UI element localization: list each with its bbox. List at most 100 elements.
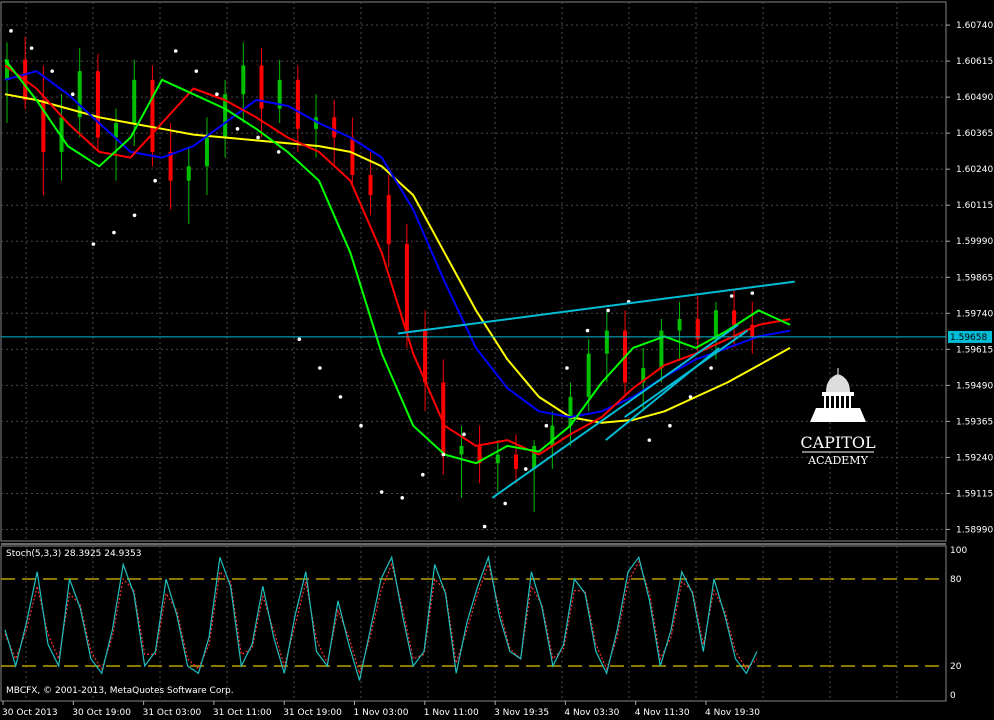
psar-dot — [544, 423, 549, 428]
candle-body — [350, 137, 355, 175]
price-tick-label: 1.59615 — [956, 345, 993, 355]
chart-window[interactable]: 1.60740 1.60615 1.60490 1.60365 1.60240 1.601… — [0, 0, 994, 720]
psar-dot — [50, 69, 54, 73]
psar-dot — [400, 495, 405, 500]
price-tick-label: 1.59740 — [956, 309, 993, 319]
time-axis: 30 Oct 2013 30 Oct 19:00 31 Oct 03:00 31 Oc… — [2, 701, 760, 718]
candle-body — [513, 454, 518, 469]
price-tick-label: 1.60615 — [956, 57, 993, 67]
psar-dot — [359, 423, 363, 428]
stochastic-oscillator — [4, 555, 758, 681]
psar-dot — [338, 395, 343, 399]
oscillator-frame — [0, 545, 947, 702]
candle-body — [295, 79, 300, 129]
ma-blue-line — [4, 70, 791, 419]
time-tick-label: 4 Nov 03:30 — [564, 708, 619, 718]
candle-body — [150, 79, 155, 152]
candle-body — [713, 310, 718, 340]
candle-body — [604, 330, 609, 354]
psar-dot — [235, 127, 240, 131]
time-tick-label: 30 Oct 2013 — [2, 708, 58, 718]
price-tick-label: 1.60115 — [956, 201, 993, 211]
price-tick-label: 1.60740 — [956, 21, 993, 31]
candle-body — [204, 137, 209, 167]
psar-dot — [750, 291, 755, 295]
copyright-text: MBCFX, © 2001-2013, MetaQuotes Software … — [6, 686, 234, 696]
time-tick-label: 31 Oct 03:00 — [143, 708, 202, 718]
price-tick-label: 1.59865 — [956, 273, 993, 283]
oscillator-axis: 100 80 20 0 — [950, 546, 967, 701]
candle-body — [695, 319, 700, 340]
psar-dot — [421, 472, 425, 477]
main-frame — [0, 1, 947, 542]
moving-averages — [4, 58, 791, 465]
price-tick-label: 1.59365 — [956, 417, 993, 427]
psar-dot — [729, 294, 734, 298]
price-tick-label: 1.59240 — [956, 453, 993, 463]
candle-body — [168, 151, 173, 181]
candle-body — [186, 166, 191, 181]
psar-dot — [29, 46, 34, 50]
psar-dot — [297, 337, 302, 342]
time-tick-label: 31 Oct 11:00 — [213, 708, 272, 718]
price-tick-label: 1.60365 — [956, 129, 993, 139]
time-tick-label: 31 Oct 19:00 — [283, 708, 342, 718]
psar-dot — [585, 328, 590, 333]
price-tick-label: 1.60240 — [956, 165, 993, 175]
trendline — [491, 324, 739, 499]
psar-dot — [462, 432, 466, 437]
candle-body — [586, 353, 591, 397]
price-tick-label: 1.59490 — [956, 381, 993, 391]
osc-tick-label: 80 — [950, 575, 962, 585]
capitol-dome-icon — [810, 368, 866, 422]
price-tick-label: 1.59990 — [956, 237, 993, 247]
psar-dot — [91, 242, 96, 246]
psar-dot — [482, 524, 487, 529]
psar-dot — [668, 423, 672, 428]
psar-dot — [194, 69, 199, 73]
pane-separator[interactable] — [1, 543, 946, 545]
psar-dot — [688, 395, 693, 399]
candle-body — [368, 174, 373, 196]
candle-body — [732, 310, 737, 325]
candle-body — [241, 65, 246, 95]
candle-body — [677, 319, 682, 331]
capitol-academy-logo: CAPITOL ACADEMY — [800, 368, 876, 467]
candle-body — [459, 445, 464, 455]
candle-body — [332, 117, 337, 138]
psar-dot — [276, 150, 281, 154]
psar-dot — [153, 178, 157, 183]
candle-body — [114, 123, 119, 138]
osc-tick-label: 0 — [950, 691, 956, 701]
candles — [5, 36, 755, 513]
oscillator-label: Stoch(5,3,3) 28.3925 24.9353 — [6, 549, 141, 559]
logo-sub: ACADEMY — [807, 454, 868, 467]
osc-tick-label: 100 — [950, 546, 967, 556]
candle-body — [77, 71, 82, 118]
psar-dot — [256, 135, 260, 140]
psar-dot — [523, 467, 528, 471]
main-grid — [0, 1, 947, 542]
psar-dot — [318, 366, 322, 370]
candle-body — [532, 445, 537, 469]
osc-tick-label: 20 — [950, 662, 962, 672]
ma-green-line — [4, 58, 791, 465]
psar-dot — [215, 92, 219, 97]
oscillator-grid — [0, 545, 947, 702]
time-tick-label: 4 Nov 11:30 — [635, 708, 690, 718]
psar-dot — [379, 490, 384, 494]
candle-body — [568, 396, 573, 426]
candle-body — [404, 244, 409, 331]
psar-dot — [173, 49, 178, 53]
psar-dot — [565, 366, 569, 370]
ma-red-line — [4, 64, 791, 456]
time-tick-label: 1 Nov 03:00 — [354, 708, 409, 718]
candle-body — [495, 454, 500, 464]
psar-dot — [709, 366, 713, 370]
time-tick-label: 30 Oct 19:00 — [72, 708, 131, 718]
psar-dot — [70, 92, 75, 97]
candle-body — [95, 71, 100, 138]
psar-dot — [132, 213, 137, 218]
price-tick-label: 1.59115 — [956, 489, 993, 499]
parabolic-sar — [9, 29, 755, 529]
